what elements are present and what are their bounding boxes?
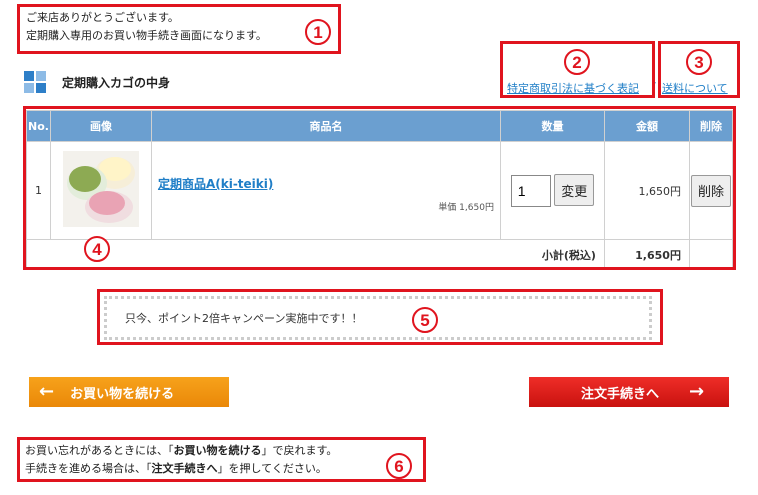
callout-4: 4 [84, 236, 110, 262]
annotation-box-6 [17, 437, 426, 482]
callout-5: 5 [412, 307, 438, 333]
callout-3: 3 [686, 49, 712, 75]
checkout-label: 注文手続きへ [581, 386, 660, 402]
arrow-left-icon: ← [39, 381, 55, 402]
page-title: 定期購入カゴの中身 [62, 75, 171, 90]
callout-1: 1 [305, 19, 331, 45]
continue-shopping-label: お買い物を続ける [70, 386, 175, 402]
continue-shopping-button[interactable]: ← お買い物を続ける [29, 377, 229, 407]
annotation-box-4 [23, 106, 736, 270]
annotation-box-5 [97, 289, 663, 345]
callout-2: 2 [564, 49, 590, 75]
annotation-box-1 [17, 4, 341, 54]
arrow-right-icon: → [689, 381, 705, 402]
cart-squares-icon [24, 71, 46, 93]
callout-6: 6 [386, 453, 412, 479]
checkout-button[interactable]: 注文手続きへ → [529, 377, 729, 407]
cart-heading: 定期購入カゴの中身 [24, 71, 170, 93]
